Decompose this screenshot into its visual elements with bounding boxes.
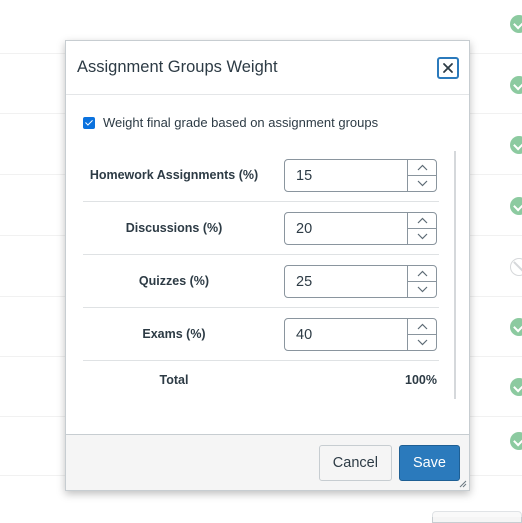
group-name: Exams (%) bbox=[142, 327, 206, 341]
increment-button[interactable] bbox=[408, 213, 436, 229]
decrement-button[interactable] bbox=[408, 229, 436, 245]
group-row: Homework Assignments (%) bbox=[83, 149, 439, 202]
chevron-down-icon bbox=[417, 339, 427, 346]
assignment-groups-table: Homework Assignments (%) Discussions (%) bbox=[83, 149, 439, 399]
group-row: Quizzes (%) bbox=[83, 255, 439, 308]
group-row: Discussions (%) bbox=[83, 202, 439, 255]
decrement-button[interactable] bbox=[408, 335, 436, 351]
assignment-groups-weight-dialog: Assignment Groups Weight Weight final gr… bbox=[65, 40, 470, 491]
chevron-up-icon bbox=[417, 164, 427, 171]
dialog-title: Assignment Groups Weight bbox=[77, 58, 278, 76]
chevron-up-icon bbox=[417, 323, 427, 330]
weight-final-grade-option[interactable]: Weight final grade based on assignment g… bbox=[83, 115, 378, 130]
total-value: 100% bbox=[405, 373, 437, 387]
dialog-footer: Cancel Save bbox=[66, 434, 469, 490]
cancel-button[interactable]: Cancel bbox=[318, 444, 392, 481]
close-button[interactable] bbox=[437, 56, 459, 79]
weight-stepper bbox=[407, 319, 436, 350]
weight-final-grade-checkbox[interactable] bbox=[83, 116, 95, 129]
chevron-down-icon bbox=[417, 286, 427, 293]
weight-final-grade-label: Weight final grade based on assignment g… bbox=[103, 115, 379, 130]
chevron-down-icon bbox=[417, 233, 427, 240]
weight-stepper bbox=[407, 213, 436, 244]
decrement-button[interactable] bbox=[408, 176, 436, 192]
resize-handle-icon[interactable] bbox=[457, 478, 467, 488]
dialog-header: Assignment Groups Weight bbox=[66, 41, 469, 95]
decrement-button[interactable] bbox=[408, 282, 436, 298]
increment-button[interactable] bbox=[408, 160, 436, 176]
group-weight-field bbox=[284, 265, 437, 298]
total-label: Total bbox=[159, 373, 189, 387]
group-weight-input[interactable] bbox=[285, 266, 407, 297]
save-button[interactable]: Save bbox=[398, 444, 460, 481]
group-name: Homework Assignments (%) bbox=[89, 168, 259, 182]
group-name: Discussions (%) bbox=[125, 221, 223, 235]
group-weight-input[interactable] bbox=[285, 160, 407, 191]
group-weight-field bbox=[284, 318, 437, 351]
increment-button[interactable] bbox=[408, 319, 436, 335]
group-weight-field bbox=[284, 159, 437, 192]
group-row: Exams (%) bbox=[83, 308, 439, 361]
group-weight-field bbox=[284, 212, 437, 245]
scrollbar[interactable] bbox=[454, 151, 456, 399]
chevron-up-icon bbox=[417, 270, 427, 277]
group-weight-input[interactable] bbox=[285, 319, 407, 350]
total-row: Total 100% bbox=[83, 361, 439, 399]
group-name: Quizzes (%) bbox=[138, 274, 210, 288]
group-weight-input[interactable] bbox=[285, 213, 407, 244]
weight-stepper bbox=[407, 160, 436, 191]
chevron-down-icon bbox=[417, 180, 427, 187]
weight-stepper bbox=[407, 266, 436, 297]
increment-button[interactable] bbox=[408, 266, 436, 282]
close-icon bbox=[443, 62, 453, 73]
chevron-up-icon bbox=[417, 217, 427, 224]
dialog-body: Weight final grade based on assignment g… bbox=[66, 95, 469, 434]
